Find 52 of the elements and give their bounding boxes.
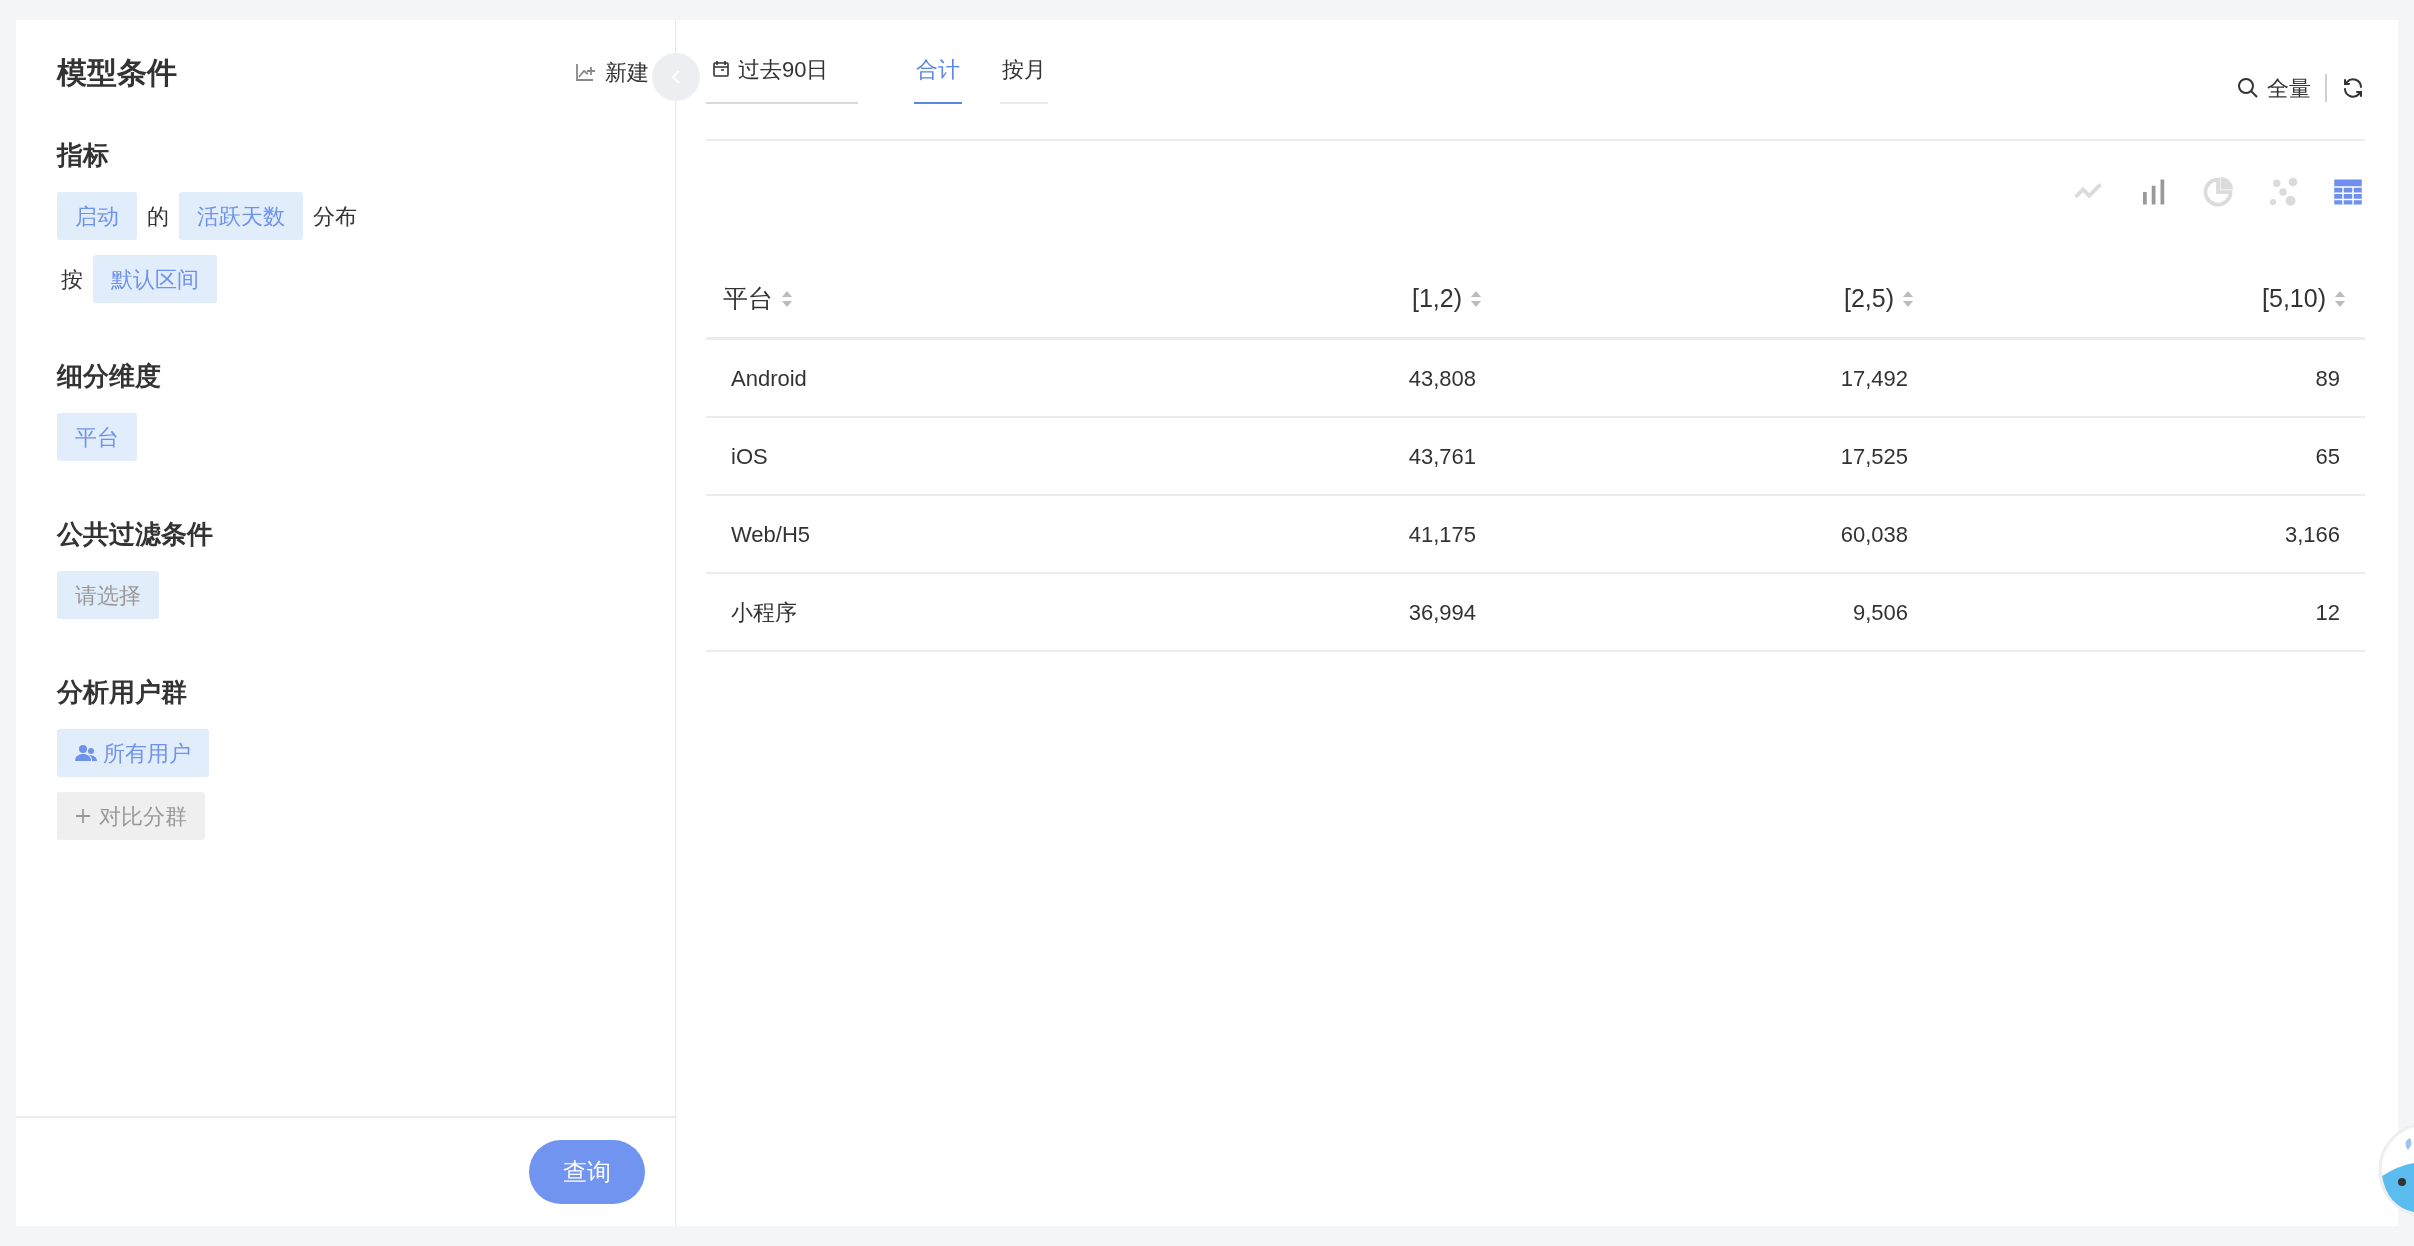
section-title: 分析用户群 <box>57 677 188 707</box>
column-header: [1,2) <box>1411 282 1462 314</box>
section-title: 细分维度 <box>57 361 162 391</box>
connector-text: 分布 <box>312 202 358 231</box>
selector-chip[interactable]: 平台 <box>57 413 137 461</box>
selector-chip[interactable]: 活跃天数 <box>179 192 303 240</box>
connector-text: 按 <box>60 265 84 294</box>
refresh-icon[interactable] <box>2341 76 2365 100</box>
sort-icon[interactable] <box>2334 289 2346 308</box>
plus-icon <box>75 808 91 824</box>
selector-chip[interactable]: 默认区间 <box>93 255 217 303</box>
table-cell: iOS <box>731 443 768 469</box>
sort-icon[interactable] <box>781 289 793 308</box>
table-cell: 小程序 <box>731 599 797 625</box>
table-cell: 17,492 <box>1840 365 1908 391</box>
table-cell: 43,808 <box>1408 365 1476 391</box>
connector-text: 的 <box>146 202 170 231</box>
compare-group-button[interactable]: 对比分群 <box>57 792 205 840</box>
user-group-chip[interactable]: 所有用户 <box>57 729 209 777</box>
view-tab[interactable]: 按月 <box>1000 50 1048 104</box>
table-cell: 89 <box>2315 365 2340 391</box>
selector-chip[interactable]: 启动 <box>57 192 137 240</box>
table-cell: 60,038 <box>1840 521 1908 547</box>
table-cell: Web/H5 <box>731 521 811 547</box>
table-cell: 65 <box>2315 443 2340 469</box>
search-icon <box>2237 77 2259 99</box>
table-cell: 3,166 <box>2284 521 2340 547</box>
sort-icon[interactable] <box>1902 289 1914 308</box>
query-button[interactable]: 查询 <box>529 1140 645 1204</box>
panel-title: 模型条件 <box>57 54 177 91</box>
sort-icon[interactable] <box>1470 289 1482 308</box>
view-tab[interactable]: 合计 <box>914 50 962 104</box>
calendar-icon <box>712 60 730 78</box>
search-button[interactable]: 全量 <box>2237 71 2311 105</box>
column-header: [2,5) <box>1843 282 1894 314</box>
column-header: 平台 <box>723 282 773 314</box>
users-icon <box>75 744 97 762</box>
table-cell: 9,506 <box>1852 599 1908 625</box>
add-chart-icon <box>575 62 597 82</box>
section-title: 公共过滤条件 <box>57 519 214 549</box>
new-button[interactable]: 新建 <box>575 55 649 89</box>
date-range-picker[interactable]: 过去90日 <box>706 50 858 104</box>
column-header: [5,10) <box>2262 282 2326 314</box>
table-cell: 43,761 <box>1408 443 1476 469</box>
table-cell: 12 <box>2315 599 2340 625</box>
table-cell: Android <box>731 365 807 391</box>
table-cell: 17,525 <box>1840 443 1908 469</box>
table-icon[interactable] <box>2333 177 2363 207</box>
table-cell: 41,175 <box>1408 521 1476 547</box>
section-title: 指标 <box>57 140 110 170</box>
filter-select[interactable]: 请选择 <box>57 571 159 619</box>
table-cell: 36,994 <box>1408 599 1476 625</box>
